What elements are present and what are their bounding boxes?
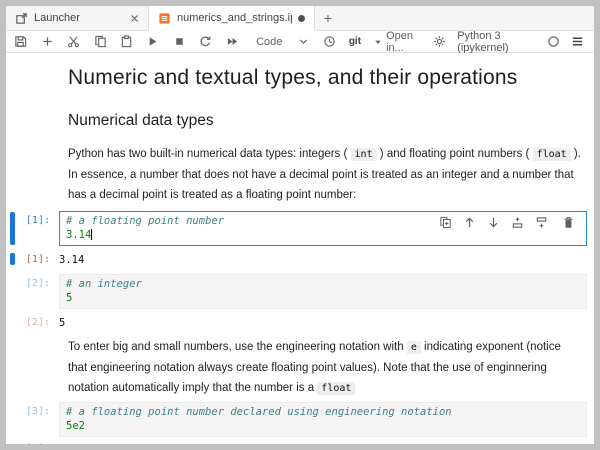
tab-label: numerics_and_strings.ipynb <box>177 12 292 24</box>
jupyterlab-window: Launcher numerics_and_strings.ipynb + <box>6 6 594 444</box>
cell-toolbar <box>434 215 575 229</box>
tab-label: Launcher <box>34 12 80 24</box>
new-tab-button[interactable]: + <box>315 6 341 30</box>
git-button[interactable]: git <box>349 36 361 47</box>
save-icon[interactable] <box>14 34 27 50</box>
markdown-section-heading: Numerical data types <box>68 112 214 129</box>
cell-collapser[interactable] <box>10 212 15 245</box>
gear-icon[interactable] <box>433 34 446 50</box>
insert-cell-above-icon[interactable] <box>510 215 524 229</box>
code-editor[interactable]: # a floating point number 3.14 <box>59 211 587 246</box>
open-in-dropdown[interactable]: Open in... <box>374 30 422 54</box>
toolbar-right-group: Open in... Python 3 (ipykernel) <box>374 30 584 54</box>
output-text: 3.14 <box>59 254 85 266</box>
notebook-content: Numeric and textual types, and their ope… <box>6 53 594 444</box>
delete-cell-icon[interactable] <box>561 215 575 229</box>
output-area-2: [2]: 5 <box>6 315 594 329</box>
markdown-title: Numeric and textual types, and their ope… <box>68 66 518 89</box>
tab-launcher[interactable]: Launcher <box>6 6 149 30</box>
markdown-paragraph: To enter big and small numbers, use the … <box>68 341 561 395</box>
tab-bar: Launcher numerics_and_strings.ipynb + <box>6 6 594 31</box>
code-editor[interactable]: # an integer 5 <box>59 274 587 309</box>
output-area-3: [3]: 500.0 <box>6 441 594 444</box>
stop-icon[interactable] <box>173 34 186 50</box>
cell-type-value: Code <box>256 35 283 48</box>
copy-icon[interactable] <box>93 34 106 50</box>
caret-down-icon <box>374 38 382 46</box>
run-icon[interactable] <box>146 34 159 50</box>
cut-icon[interactable] <box>67 34 80 50</box>
insert-cell-icon[interactable] <box>40 34 53 50</box>
code-line-value: 3.14 <box>66 228 92 241</box>
code-line-value: 5 <box>66 291 73 304</box>
window-frame: Launcher numerics_and_strings.ipynb + <box>0 0 600 450</box>
chevron-down-icon <box>298 36 309 47</box>
restart-kernel-icon[interactable] <box>199 34 212 50</box>
output-text: 500.0 <box>59 441 594 444</box>
kernel-name[interactable]: Python 3 (ipykernel) <box>457 30 536 54</box>
code-cell-2[interactable]: [2]: # an integer 5 <box>6 274 594 309</box>
tab-notebook[interactable]: numerics_and_strings.ipynb <box>149 6 315 31</box>
markdown-paragraph: Python has two built-in numerical data t… <box>68 148 581 201</box>
notebook-toolbar: Code git Open in... Python 3 (ipykernel) <box>6 30 594 54</box>
input-prompt: [2]: <box>25 278 50 289</box>
code-editor[interactable]: # a floating point number declared using… <box>59 402 587 437</box>
output-prompt: [3]: <box>6 441 59 444</box>
hamburger-menu-icon[interactable] <box>571 34 584 50</box>
paste-icon[interactable] <box>120 34 133 50</box>
output-prompt: [2]: <box>25 317 50 328</box>
output-text: 5 <box>59 317 66 329</box>
output-area-1: [1]: 3.14 <box>6 252 594 266</box>
code-line-comment: # an integer <box>66 278 142 290</box>
code-line-comment: # a floating point number declared using… <box>66 406 452 418</box>
kernel-status-icon[interactable] <box>547 34 560 50</box>
open-in-label: Open in... <box>386 29 414 54</box>
clock-icon[interactable] <box>322 34 335 50</box>
notebook-icon <box>158 12 171 25</box>
cell-type-dropdown[interactable]: Code <box>256 36 309 48</box>
close-icon[interactable] <box>130 14 139 23</box>
code-cell-3[interactable]: [3]: # a floating point number declared … <box>6 402 594 437</box>
move-cell-down-icon[interactable] <box>486 215 500 229</box>
move-cell-up-icon[interactable] <box>462 215 476 229</box>
code-line-value: 5e2 <box>66 419 85 432</box>
insert-cell-below-icon[interactable] <box>534 215 548 229</box>
output-collapser[interactable] <box>10 253 15 265</box>
input-prompt: [3]: <box>25 406 50 417</box>
duplicate-cell-icon[interactable] <box>438 215 452 229</box>
run-all-icon[interactable] <box>226 34 239 50</box>
launcher-icon <box>15 12 28 25</box>
text-cursor <box>91 228 93 240</box>
unsaved-changes-dot[interactable] <box>298 14 305 22</box>
code-cell-1[interactable]: [1]: # a floating point number 3.14 <box>6 211 594 246</box>
